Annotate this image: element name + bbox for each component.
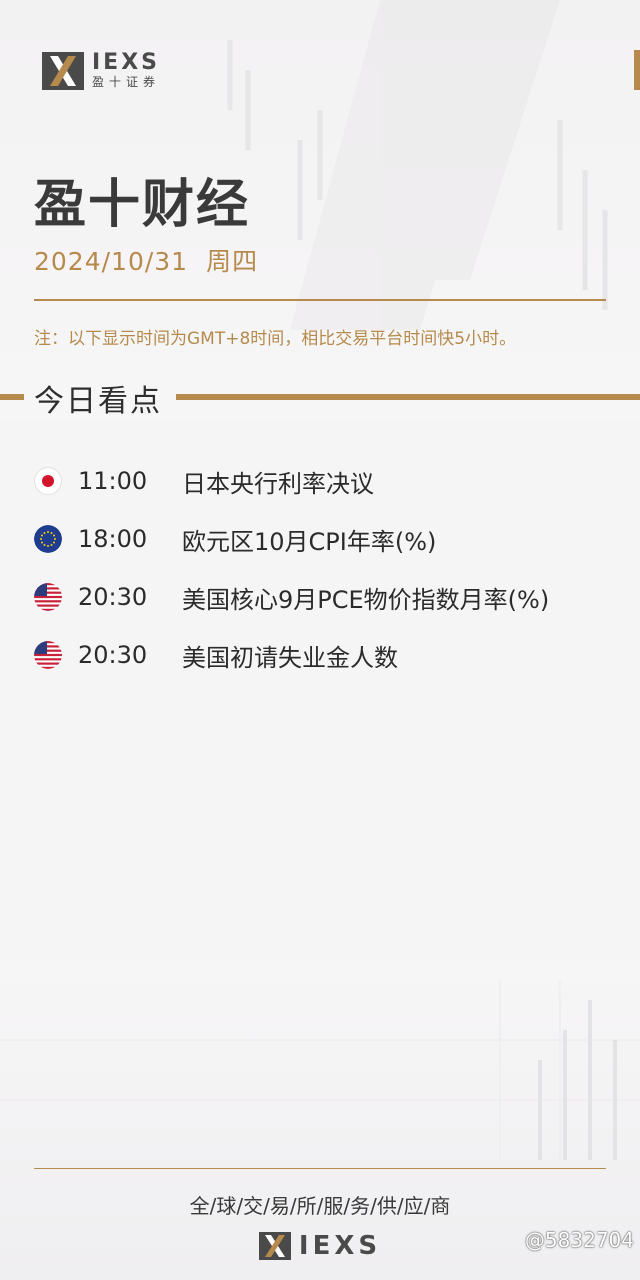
- event-time: 20:30: [78, 641, 148, 669]
- brand-logo: IEXS 盈十证券: [42, 52, 160, 90]
- brand-subtitle: 盈十证券: [92, 75, 161, 89]
- section-line-left: [0, 394, 24, 400]
- iexs-logo-icon: [42, 52, 84, 90]
- event-time: 18:00: [78, 525, 148, 553]
- report-date: 2024/10/31 周四: [34, 242, 258, 278]
- timezone-note: 注：以下显示时间为GMT+8时间，相比交易平台时间快5小时。: [34, 329, 517, 349]
- footer-brand-name: IEXS: [298, 1231, 382, 1261]
- header-divider: [34, 299, 606, 301]
- event-name: 日本央行利率决议: [182, 469, 374, 498]
- section-header: 今日看点: [0, 376, 640, 419]
- page-title: 盈十财经: [34, 175, 251, 235]
- date-text: 2024/10/31: [34, 247, 189, 276]
- eu-flag-icon: [34, 525, 62, 553]
- corner-accent: [634, 50, 640, 90]
- event-name: 欧元区10月CPI年率(%): [182, 527, 437, 556]
- iexs-logo-icon: [258, 1232, 291, 1260]
- weekday-text: 周四: [206, 247, 259, 276]
- event-item: 20:30 美国核心9月PCE物价指数月率(%): [34, 568, 624, 626]
- event-list: 11:00 日本央行利率决议 18:00 欧元区10月CPI年率(%) 20:3…: [34, 452, 624, 684]
- section-title: 今日看点: [34, 384, 162, 419]
- user-watermark: @5832704: [524, 1228, 634, 1252]
- us-flag-icon: [34, 583, 62, 611]
- event-name: 美国初请失业金人数: [182, 643, 398, 672]
- japan-flag-icon: [34, 467, 62, 495]
- event-time: 11:00: [78, 467, 148, 495]
- footer-slogan: 全/球/交/易/所/服/务/供/应/商: [189, 1194, 451, 1218]
- event-item: 11:00 日本央行利率决议: [34, 452, 624, 510]
- brand-name: IEXS: [92, 50, 161, 75]
- event-item: 20:30 美国初请失业金人数: [34, 626, 624, 684]
- section-line-right: [176, 394, 640, 400]
- event-time: 20:30: [78, 583, 148, 611]
- event-name: 美国核心9月PCE物价指数月率(%): [182, 585, 550, 614]
- event-item: 18:00 欧元区10月CPI年率(%): [34, 510, 624, 568]
- us-flag-icon: [34, 641, 62, 669]
- footer-divider: [34, 1168, 606, 1169]
